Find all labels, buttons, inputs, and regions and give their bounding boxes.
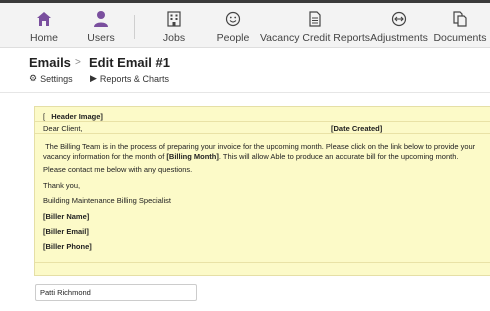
email-body-editor[interactable]: [ Header Image] Dear Client, [Date Creat… bbox=[34, 106, 490, 276]
main-nav: Home Users Jobs People Vacancy Credit Re… bbox=[0, 3, 490, 48]
editor-divider bbox=[35, 121, 490, 122]
reports-charts-label: Reports & Charts bbox=[99, 73, 169, 84]
gear-icon: ⚙ bbox=[29, 73, 38, 83]
editor-divider bbox=[35, 133, 490, 134]
nav-people[interactable]: People bbox=[214, 3, 252, 47]
billing-month-placeholder: [Billing Month] bbox=[166, 151, 219, 161]
biller-email-placeholder: [Biller Email] bbox=[43, 227, 89, 236]
biller-phone-placeholder: [Biller Phone] bbox=[43, 242, 92, 251]
nav-adjustments-label: Adjustments bbox=[370, 32, 428, 44]
nav-adjustments[interactable]: Adjustments bbox=[370, 3, 428, 47]
nav-jobs[interactable]: Jobs bbox=[160, 3, 188, 47]
arrows-icon bbox=[391, 9, 407, 29]
nav-users[interactable]: Users bbox=[86, 3, 116, 47]
nav-jobs-label: Jobs bbox=[162, 32, 186, 44]
header-divider bbox=[0, 92, 490, 93]
nav-home[interactable]: Home bbox=[28, 3, 60, 47]
nav-divider bbox=[134, 15, 135, 39]
page-header: Emails > Edit Email #1 ⚙ Settings ▶ Repo… bbox=[0, 48, 490, 90]
header-image-bracket: [ bbox=[43, 112, 46, 121]
reports-charts-link[interactable]: ▶ Reports & Charts bbox=[90, 73, 169, 84]
user-icon bbox=[93, 9, 109, 29]
thanks-line: Thank you, bbox=[43, 181, 81, 190]
date-created-placeholder: [Date Created] bbox=[331, 124, 383, 133]
settings-label: Settings bbox=[40, 73, 73, 84]
body-text-part2: . This will allow Able to produce an acc… bbox=[218, 151, 459, 161]
signature-title: Building Maintenance Billing Specialist bbox=[43, 196, 171, 205]
page-title: Edit Email #1 bbox=[89, 55, 170, 70]
smiley-icon bbox=[225, 9, 241, 29]
home-icon bbox=[36, 9, 52, 29]
contact-line: Please contact me below with any questio… bbox=[43, 165, 193, 174]
nav-vacancy-credit-reports-label: Vacancy Credit Reports bbox=[259, 32, 371, 44]
breadcrumb-emails[interactable]: Emails bbox=[29, 55, 71, 70]
greeting: Dear Client, bbox=[43, 124, 83, 133]
nav-vacancy-credit-reports[interactable]: Vacancy Credit Reports bbox=[260, 3, 370, 47]
building-icon bbox=[167, 9, 181, 29]
settings-link[interactable]: ⚙ Settings bbox=[29, 73, 73, 84]
body-paragraph: The Billing Team is in the process of pr… bbox=[43, 142, 489, 161]
nav-users-label: Users bbox=[87, 32, 115, 44]
nav-people-label: People bbox=[216, 32, 250, 44]
header-image-row: [ Header Image] bbox=[43, 112, 103, 121]
sender-name-input[interactable] bbox=[35, 284, 197, 301]
breadcrumb-separator: > bbox=[75, 57, 81, 68]
editor-footer-band bbox=[35, 262, 490, 277]
biller-name-placeholder: [Biller Name] bbox=[43, 212, 90, 221]
nav-documents-label: Documents bbox=[433, 32, 487, 44]
caret-right-icon: ▶ bbox=[90, 73, 97, 83]
nav-documents[interactable]: Documents bbox=[433, 3, 487, 47]
documents-icon bbox=[452, 9, 468, 29]
document-icon bbox=[308, 9, 322, 29]
nav-home-label: Home bbox=[29, 32, 58, 44]
header-image-placeholder: Header Image] bbox=[51, 112, 103, 121]
